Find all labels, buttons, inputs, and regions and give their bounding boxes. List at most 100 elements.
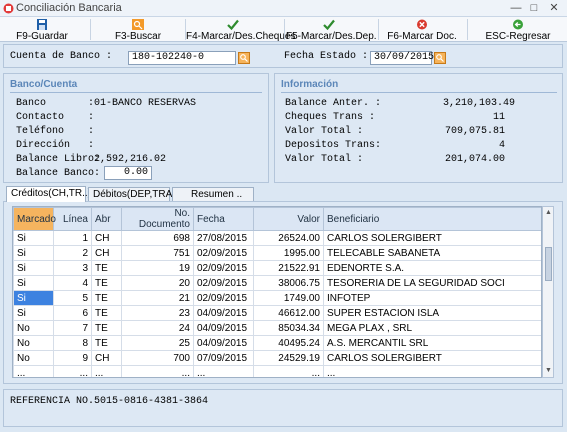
table-row[interactable]: Si 4 TE 20 02/09/2015 38006.75 TESORERIA DE LA… [13, 275, 541, 291]
table-cell[interactable]: 21522.91 [253, 260, 324, 276]
table-cell[interactable]: 5 [53, 290, 92, 306]
table-cell[interactable]: ... [53, 365, 92, 377]
table-cell[interactable]: 02/09/2015 [193, 245, 254, 261]
search-button[interactable]: F3-Buscar [98, 17, 178, 42]
col-marcado-header[interactable]: Marcado [13, 207, 56, 231]
table-cell[interactable]: CARLOS SOLERGIBERT [323, 230, 541, 246]
table-cell[interactable]: 85034.34 [253, 320, 324, 336]
table-cell[interactable]: ... [91, 365, 122, 377]
table-cell[interactable]: 26524.00 [253, 230, 324, 246]
table-cell[interactable]: CARLOS SOLERGIBERT [323, 350, 541, 366]
table-cell[interactable]: 04/09/2015 [193, 305, 254, 321]
table-cell[interactable]: Si [13, 230, 54, 246]
table-cell[interactable]: 02/09/2015 [193, 275, 254, 291]
table-cell[interactable]: 1749.00 [253, 290, 324, 306]
tab-resumen[interactable]: Resumen .. [172, 187, 254, 201]
mark-deposits-button[interactable]: F5-Marcar/Des.Dep. [286, 17, 377, 42]
table-cell[interactable]: 21 [121, 290, 194, 306]
table-cell[interactable]: TESORERIA DE LA SEGURIDAD SOCI [323, 275, 541, 291]
maximize-button[interactable]: □ [526, 1, 542, 15]
balance-banco-field[interactable]: 0.00 [104, 166, 152, 180]
table-cell[interactable]: CH [91, 245, 122, 261]
table-cell[interactable]: 698 [121, 230, 194, 246]
col-beneficiario-header[interactable]: Beneficiario [323, 207, 541, 231]
table-cell[interactable]: 24529.19 [253, 350, 324, 366]
table-cell[interactable]: Si [13, 305, 54, 321]
table-cell[interactable]: ... [323, 365, 541, 377]
col-valor-header[interactable]: Valor [253, 207, 324, 231]
table-cell[interactable]: 9 [53, 350, 92, 366]
table-cell[interactable]: Si [13, 275, 54, 291]
table-cell[interactable]: SUPER ESTACION ISLA [323, 305, 541, 321]
minimize-button[interactable]: — [508, 1, 524, 15]
col-linea-header[interactable]: Línea [53, 207, 92, 231]
table-cell[interactable]: 02/09/2015 [193, 260, 254, 276]
save-button[interactable]: F9-Guardar [2, 17, 82, 42]
table-cell[interactable]: 751 [121, 245, 194, 261]
table-cell[interactable]: TE [91, 275, 122, 291]
table-cell[interactable]: TE [91, 335, 122, 351]
table-row[interactable]: Si 3 TE 19 02/09/2015 21522.91 EDENORTE S.A. [13, 260, 541, 276]
table-cell[interactable]: 02/09/2015 [193, 290, 254, 306]
table-cell[interactable]: MEGA PLAX , SRL [323, 320, 541, 336]
table-row[interactable]: Si 1 CH 698 27/08/2015 26524.00 CARLOS SOLERGI… [13, 230, 541, 246]
table-cell[interactable]: No [13, 350, 54, 366]
table-cell[interactable]: 3 [53, 260, 92, 276]
table-cell[interactable]: TE [91, 320, 122, 336]
table-cell[interactable]: CH [91, 350, 122, 366]
col-abr-header[interactable]: Abr [91, 207, 122, 231]
table-cell[interactable]: 46612.00 [253, 305, 324, 321]
table-cell[interactable]: 27/08/2015 [193, 230, 254, 246]
table-cell[interactable]: 04/09/2015 [193, 335, 254, 351]
table-cell[interactable]: TE [91, 260, 122, 276]
table-cell[interactable]: 24 [121, 320, 194, 336]
table-cell[interactable]: 40495.24 [253, 335, 324, 351]
table-cell[interactable]: 1995.00 [253, 245, 324, 261]
table-cell[interactable]: 6 [53, 305, 92, 321]
col-fecha-header[interactable]: Fecha [193, 207, 254, 231]
mark-cheques-button[interactable]: F4-Marcar/Des.Cheques [186, 17, 295, 42]
table-cell[interactable]: 4 [53, 275, 92, 291]
table-cell[interactable]: CH [91, 230, 122, 246]
table-row[interactable]: Si 5 TE 21 02/09/2015 1749.00 INFOTEP [13, 290, 541, 306]
scroll-down-icon[interactable]: ▼ [545, 367, 552, 374]
table-cell[interactable]: 8 [53, 335, 92, 351]
table-cell[interactable]: ... [13, 365, 54, 377]
table-cell[interactable]: TE [91, 290, 122, 306]
table-row[interactable]: ..................... [13, 365, 541, 377]
table-cell[interactable]: No [13, 320, 54, 336]
back-button[interactable]: ESC-Regresar [476, 17, 560, 42]
table-cell[interactable]: TELECABLE SABANETA [323, 245, 541, 261]
table-cell[interactable]: 23 [121, 305, 194, 321]
table-cell[interactable]: ... [253, 365, 324, 377]
tab-debitos[interactable]: Débitos(DEP,TRA..) [88, 187, 181, 201]
table-cell[interactable]: 25 [121, 335, 194, 351]
table-cell[interactable]: 19 [121, 260, 194, 276]
table-cell[interactable]: 20 [121, 275, 194, 291]
table-cell[interactable]: Si [13, 290, 54, 306]
table-cell[interactable]: EDENORTE S.A. [323, 260, 541, 276]
mark-doc-button[interactable]: F6-Marcar Doc. [384, 17, 460, 42]
table-cell[interactable]: ... [193, 365, 254, 377]
table-row[interactable]: No 9 CH 700 07/09/2015 24529.19 CARLOS SOLERGI… [13, 350, 541, 366]
close-button[interactable]: ✕ [546, 1, 562, 15]
table-row[interactable]: No 7 TE 24 04/09/2015 85034.34 MEGA PLAX , SRL [13, 320, 541, 336]
table-cell[interactable]: 7 [53, 320, 92, 336]
table-cell[interactable]: Si [13, 245, 54, 261]
table-row[interactable]: Si 2 CH 751 02/09/2015 1995.00 TELECABLE SABAN… [13, 245, 541, 261]
table-cell[interactable]: 2 [53, 245, 92, 261]
table-cell[interactable]: Si [13, 260, 54, 276]
tab-creditos[interactable]: Créditos(CH,TR..) [6, 186, 91, 202]
table-cell[interactable]: 04/09/2015 [193, 320, 254, 336]
fecha-picker-button[interactable] [434, 52, 446, 64]
col-documento-header[interactable]: No. Documento [121, 207, 194, 231]
fecha-field[interactable]: 30/09/2015 [370, 51, 434, 65]
scroll-up-icon[interactable]: ▲ [545, 209, 552, 216]
table-cell[interactable]: INFOTEP [323, 290, 541, 306]
table-cell[interactable]: No [13, 335, 54, 351]
table-cell[interactable]: 1 [53, 230, 92, 246]
table-cell[interactable]: 38006.75 [253, 275, 324, 291]
scroll-thumb[interactable] [545, 247, 552, 281]
table-row[interactable]: Si 6 TE 23 04/09/2015 46612.00 SUPER ESTACION … [13, 305, 541, 321]
table-cell[interactable]: A.S. MERCANTIL SRL [323, 335, 541, 351]
